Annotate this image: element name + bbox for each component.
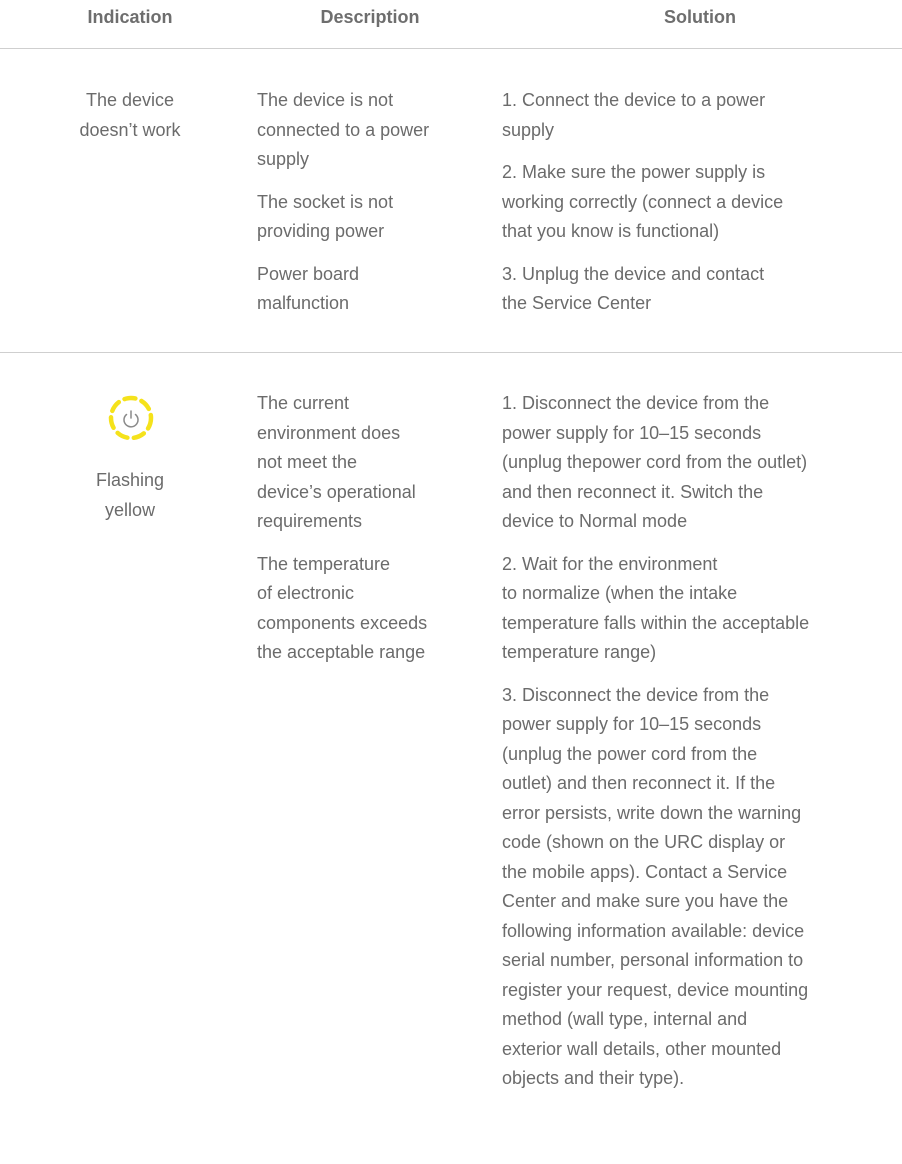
text-line: outlet) and then reconnect it. If the — [502, 773, 776, 793]
table-row: The device doesn’t work The device is no… — [0, 48, 902, 353]
indication-cell: The device doesn’t work — [50, 86, 210, 145]
text-line: serial number, personal information to — [502, 950, 804, 970]
text-line: components exceeds — [257, 612, 428, 633]
solution-item: 3. Unplug the device and contact the Ser… — [502, 260, 898, 319]
solution-cell: 1. Disconnect the device from the power … — [502, 389, 898, 1107]
solution-item: 2. Make sure the power supply is working… — [502, 158, 898, 247]
table-row: Flashing yellow The current environment … — [0, 353, 902, 1164]
description-item: The temperature of electronic components… — [257, 550, 487, 668]
text-line: The current — [257, 393, 350, 413]
text-line: working correctly (connect a device — [502, 191, 784, 212]
solution-item: 1. Disconnect the device from the power … — [502, 389, 898, 537]
text-line: malfunction — [257, 293, 350, 313]
text-line: requirements — [257, 511, 363, 531]
indication-line: Flashing — [95, 470, 165, 490]
text-line: power supply for 10–15 seconds — [502, 714, 762, 734]
text-line: error persists, write down the warning — [502, 802, 802, 823]
text-line: providing power — [257, 221, 385, 241]
description-item: Power board malfunction — [257, 260, 487, 319]
text-line: The socket is not — [257, 191, 394, 212]
text-line: 1. Connect the device to a power — [502, 90, 766, 110]
text-line: 3. Disconnect the device from the — [502, 684, 770, 705]
text-line: (unplug thepower cord from the outlet) — [502, 452, 808, 472]
text-line: the mobile apps). Contact a Service — [502, 861, 788, 882]
text-line: 1. Disconnect the device from the — [502, 393, 770, 413]
indication-line: yellow — [104, 499, 156, 520]
text-line: objects and their type). — [502, 1068, 685, 1088]
solution-item: 1. Connect the device to a power supply — [502, 86, 898, 145]
text-line: The device is not — [257, 90, 394, 110]
text-line: device’s operational — [257, 481, 416, 502]
header-solution: Solution — [664, 7, 736, 27]
description-cell: The current environment does not meet th… — [257, 389, 487, 681]
text-line: register your request, device mounting — [502, 979, 809, 1000]
text-line: of electronic — [257, 583, 355, 603]
text-line: connected to a power — [257, 119, 430, 140]
text-line: environment does — [257, 422, 401, 443]
text-line: and then reconnect it. Switch the — [502, 481, 764, 502]
text-line: supply — [257, 149, 310, 169]
text-line: that you know is functional) — [502, 221, 720, 241]
description-cell: The device is not connected to a power s… — [257, 86, 487, 332]
header-indication: Indication — [87, 7, 173, 27]
solution-item: 2. Wait for the environment to normalize… — [502, 550, 898, 668]
indication-cell: Flashing yellow — [50, 466, 210, 525]
text-line: temperature range) — [502, 642, 657, 662]
text-line: 2. Wait for the environment — [502, 553, 718, 574]
text-line: 2. Make sure the power supply is — [502, 162, 766, 182]
text-line: the Service Center — [502, 293, 652, 313]
text-line: to normalize (when the intake — [502, 583, 738, 603]
power-icon — [106, 393, 156, 443]
text-line: device to Normal mode — [502, 511, 688, 531]
text-line: Power board — [257, 263, 360, 284]
description-item: The socket is not providing power — [257, 188, 487, 247]
text-line: method (wall type, internal and — [502, 1009, 748, 1029]
indication-line: doesn’t work — [79, 119, 181, 140]
text-line: not meet the — [257, 452, 358, 472]
text-line: supply — [502, 119, 555, 140]
text-line: power supply for 10–15 seconds — [502, 422, 762, 443]
text-line: Center and make sure you have the — [502, 891, 789, 911]
indication-line: The device — [85, 90, 175, 110]
text-line: The temperature — [257, 553, 391, 574]
table-header: Indication Description Solution — [0, 0, 902, 49]
troubleshooting-table: Indication Description Solution The devi… — [0, 0, 902, 1164]
text-line: (unplug the power cord from the — [502, 743, 758, 764]
text-line: exterior wall details, other mounted — [502, 1038, 782, 1059]
description-item: The device is not connected to a power s… — [257, 86, 487, 175]
text-line: temperature falls within the acceptable — [502, 612, 810, 633]
description-item: The current environment does not meet th… — [257, 389, 487, 537]
text-line: following information available: device — [502, 920, 805, 941]
solution-item: 3. Disconnect the device from the power … — [502, 681, 898, 1094]
text-line: code (shown on the URC display or — [502, 832, 786, 852]
text-line: the acceptable range — [257, 642, 426, 662]
header-description: Description — [320, 7, 420, 27]
solution-cell: 1. Connect the device to a power supply … — [502, 86, 898, 332]
text-line: 3. Unplug the device and contact — [502, 263, 765, 284]
